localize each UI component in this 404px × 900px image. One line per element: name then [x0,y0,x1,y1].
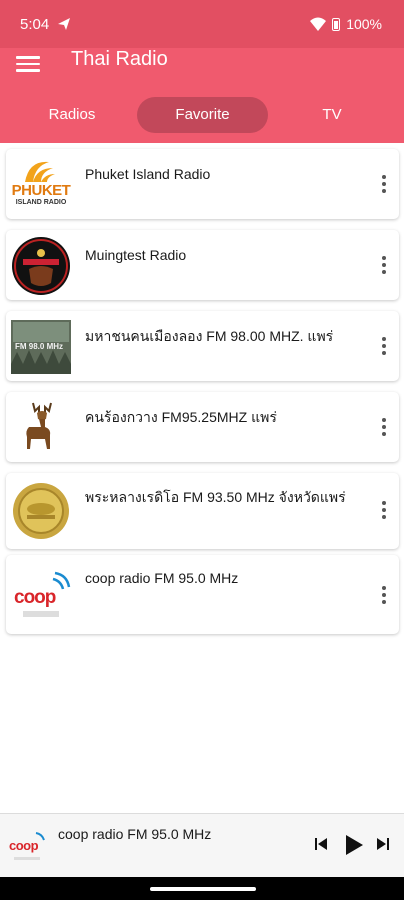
play-icon[interactable] [343,833,365,857]
home-gesture-handle[interactable] [150,887,256,891]
skip-previous-icon[interactable] [313,836,329,852]
station-name: Phuket Island Radio [85,166,211,182]
logo-text: coop [14,587,56,608]
station-card[interactable]: PHUKET ISLAND RADIO Phuket Island Radio [6,149,399,219]
status-bar: 5:04 100% [0,0,404,48]
station-name: พระหลางเรดิโอ FM 93.50 MHz จังหวัดแพร่ [85,489,346,505]
mahachon-fm-logo: FM 98.0 MHz [11,316,71,376]
app-title: Thai Radio [71,48,168,70]
logo-text: FM 98.0 MHz [15,342,64,351]
muingtest-radio-logo [11,235,71,295]
coop-radio-logo: coop [11,565,71,625]
skip-next-icon[interactable] [375,836,391,852]
tab-favorite[interactable]: Favorite [137,97,268,133]
logo-subtext: ISLAND RADIO [15,199,67,206]
wifi-icon [310,17,327,31]
mini-player[interactable]: coop coop radio FM 95.0 MHz [0,813,404,877]
station-card[interactable]: FM 98.0 MHz มหาชนคนเมืองลอง FM 98.00 MHZ… [6,311,399,381]
more-options-icon[interactable] [381,175,387,193]
phuket-island-radio-logo: PHUKET ISLAND RADIO [11,154,71,214]
station-card[interactable]: พระหลางเรดิโอ FM 93.50 MHz จังหวัดแพร่ [6,473,399,549]
tab-bar: Radios Favorite TV [0,97,404,133]
send-icon [58,18,71,30]
app-bar: Thai Radio Radios Favorite TV [0,48,404,143]
station-card[interactable]: คนร้องกวาง FM95.25MHZ แพร่ [6,392,399,462]
more-options-icon[interactable] [381,256,387,274]
battery-icon [332,17,341,31]
station-card[interactable]: coop coop radio FM 95.0 MHz [6,555,399,634]
logo-text: coop [9,838,39,853]
system-navigation-bar [0,877,404,900]
more-options-icon[interactable] [381,337,387,355]
now-playing-title: coop radio FM 95.0 MHz [58,826,212,842]
battery-percent: 100% [346,16,382,32]
tab-tv[interactable]: TV [282,97,382,133]
more-options-icon[interactable] [381,586,387,604]
more-options-icon[interactable] [381,418,387,436]
station-name: คนร้องกวาง FM95.25MHZ แพร่ [85,409,277,425]
station-card[interactable]: Muingtest Radio [6,230,399,300]
more-options-icon[interactable] [381,501,387,519]
gold-seal-logo [11,481,71,541]
station-name: Muingtest Radio [85,247,187,263]
tab-radios[interactable]: Radios [22,97,122,133]
now-playing-logo: coop [8,829,48,863]
logo-text: PHUKET [11,182,71,199]
station-name: coop radio FM 95.0 MHz [85,570,239,586]
status-time: 5:04 [20,15,50,33]
deer-logo [11,397,71,457]
menu-icon[interactable] [16,52,40,76]
station-name: มหาชนคนเมืองลอง FM 98.00 MHZ. แพร่ [85,328,334,344]
